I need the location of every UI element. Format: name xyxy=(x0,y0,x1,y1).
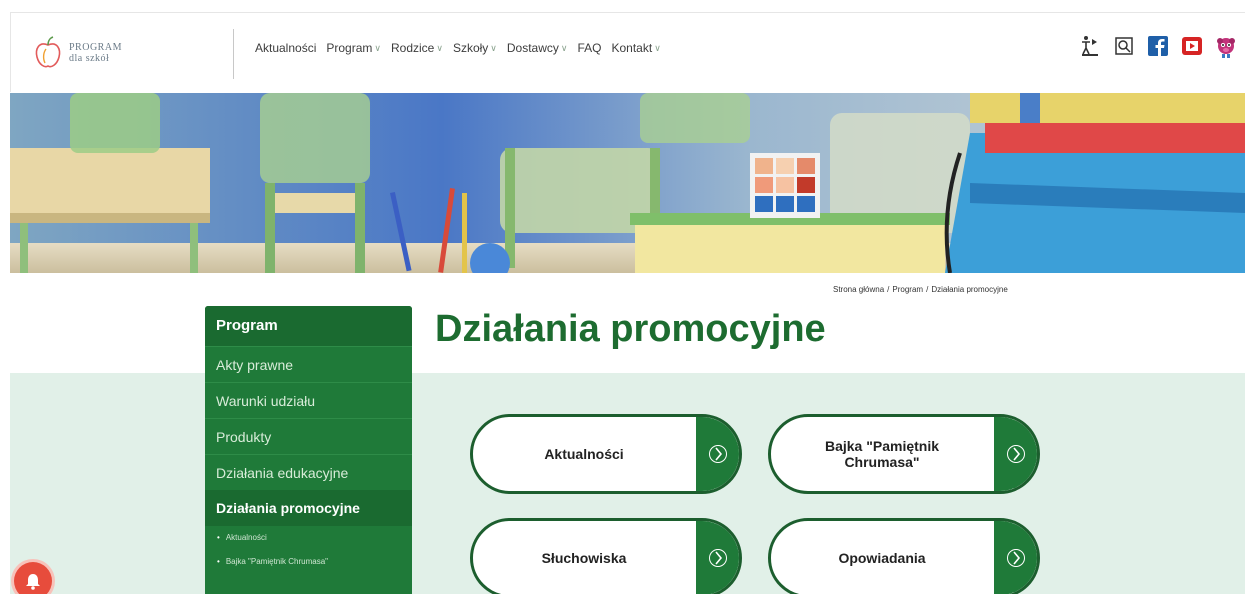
sidebar-item-produkty[interactable]: Produkty xyxy=(205,418,412,454)
bell-icon xyxy=(26,574,40,590)
bullet-icon: • xyxy=(217,533,220,542)
search-icon[interactable] xyxy=(1113,35,1135,57)
notification-bell-button[interactable] xyxy=(14,562,52,594)
logo-line-1: PROGRAM xyxy=(69,42,122,53)
breadcrumb-current: Działania promocyjne xyxy=(931,285,1008,294)
card-label: Aktualności xyxy=(544,446,624,462)
youtube-icon[interactable] xyxy=(1181,35,1203,57)
chevron-down-icon: ∨ xyxy=(374,42,381,53)
sidebar: Program Akty prawne Warunki udziału Prod… xyxy=(205,306,412,594)
breadcrumb-separator: / xyxy=(887,285,890,294)
facebook-icon[interactable] xyxy=(1147,35,1169,57)
nav-label: Rodzice xyxy=(390,41,435,55)
logo-text: PROGRAM dla szkół xyxy=(69,42,122,64)
breadcrumb-program[interactable]: Program xyxy=(892,285,923,294)
card-sluchowiska[interactable]: Słuchowiska xyxy=(470,518,742,594)
sidebar-subitem-label: Aktualności xyxy=(225,533,267,542)
breadcrumb-separator: / xyxy=(926,285,929,294)
sidebar-item-dzialania-promocyjne[interactable]: Działania promocyjne xyxy=(205,490,412,526)
nav-item-rodzice[interactable]: Rodzice ∨ xyxy=(391,41,443,55)
page-title: Działania promocyjne xyxy=(435,308,826,350)
sidebar-subitem-label: Bajka "Pamiętnik Chrumasa" xyxy=(225,557,328,566)
card-label: Bajka "Pamiętnik Chrumasa" xyxy=(824,438,940,470)
chevron-down-icon: ∨ xyxy=(436,42,443,53)
sidebar-subitem-aktualnosci[interactable]: • Aktualności xyxy=(205,526,412,550)
nav-label: Program xyxy=(326,41,373,55)
nav-item-szkoly[interactable]: Szkoły ∨ xyxy=(453,41,497,55)
nav-label: Kontakt xyxy=(611,41,653,55)
page: PROGRAM dla szkół Aktualności Program ∨ … xyxy=(0,0,1245,594)
card-opowiadania[interactable]: Opowiadania xyxy=(768,518,1040,594)
nav-item-aktualnosci[interactable]: Aktualności xyxy=(255,41,316,55)
header-icons xyxy=(1079,35,1237,58)
chevron-down-icon: ∨ xyxy=(560,42,568,53)
nav-item-dostawcy[interactable]: Dostawcy ∨ xyxy=(507,41,568,55)
bullet-icon: • xyxy=(217,557,220,566)
sidebar-item-akty-prawne[interactable]: Akty prawne xyxy=(205,346,412,382)
nav-label: FAQ xyxy=(577,41,602,55)
card-label: Opowiadania xyxy=(838,550,926,566)
logo-line-2: dla szkół xyxy=(69,53,110,64)
mascot-icon[interactable] xyxy=(1215,35,1237,58)
nav-item-faq[interactable]: FAQ xyxy=(577,41,601,55)
nav-label: Aktualności xyxy=(255,41,317,55)
card-label: Słuchowiska xyxy=(541,550,627,566)
main-nav: Aktualności Program ∨ Rodzice ∨ Szkoły ∨… xyxy=(255,41,661,55)
sidebar-heading[interactable]: Program xyxy=(205,306,412,346)
sidebar-item-dzialania-edukacyjne[interactable]: Działania edukacyjne xyxy=(205,454,412,490)
breadcrumb-home[interactable]: Strona główna xyxy=(833,285,884,294)
breadcrumb: Strona główna / Program / Działania prom… xyxy=(833,285,1008,294)
nav-label: Dostawcy xyxy=(506,41,559,55)
chevron-down-icon: ∨ xyxy=(654,42,661,53)
card-aktualnosci[interactable]: Aktualności xyxy=(470,414,742,494)
hero-image xyxy=(10,93,1245,273)
chevron-down-icon: ∨ xyxy=(490,42,497,53)
sidebar-item-warunki-udzialu[interactable]: Warunki udziału xyxy=(205,382,412,418)
logo[interactable]: PROGRAM dla szkół xyxy=(33,33,183,73)
nav-item-kontakt[interactable]: Kontakt ∨ xyxy=(612,41,661,55)
apple-logo-icon xyxy=(33,35,63,71)
header-divider xyxy=(233,29,234,79)
card-bajka[interactable]: Bajka "Pamiętnik Chrumasa" xyxy=(768,414,1040,494)
sidebar-subitem-bajka[interactable]: • Bajka "Pamiętnik Chrumasa" xyxy=(205,550,412,574)
nav-label: Szkoły xyxy=(452,41,489,55)
nav-item-program[interactable]: Program ∨ xyxy=(326,41,381,55)
site-header: PROGRAM dla szkół Aktualności Program ∨ … xyxy=(10,12,1245,92)
accessibility-icon[interactable] xyxy=(1079,35,1101,57)
